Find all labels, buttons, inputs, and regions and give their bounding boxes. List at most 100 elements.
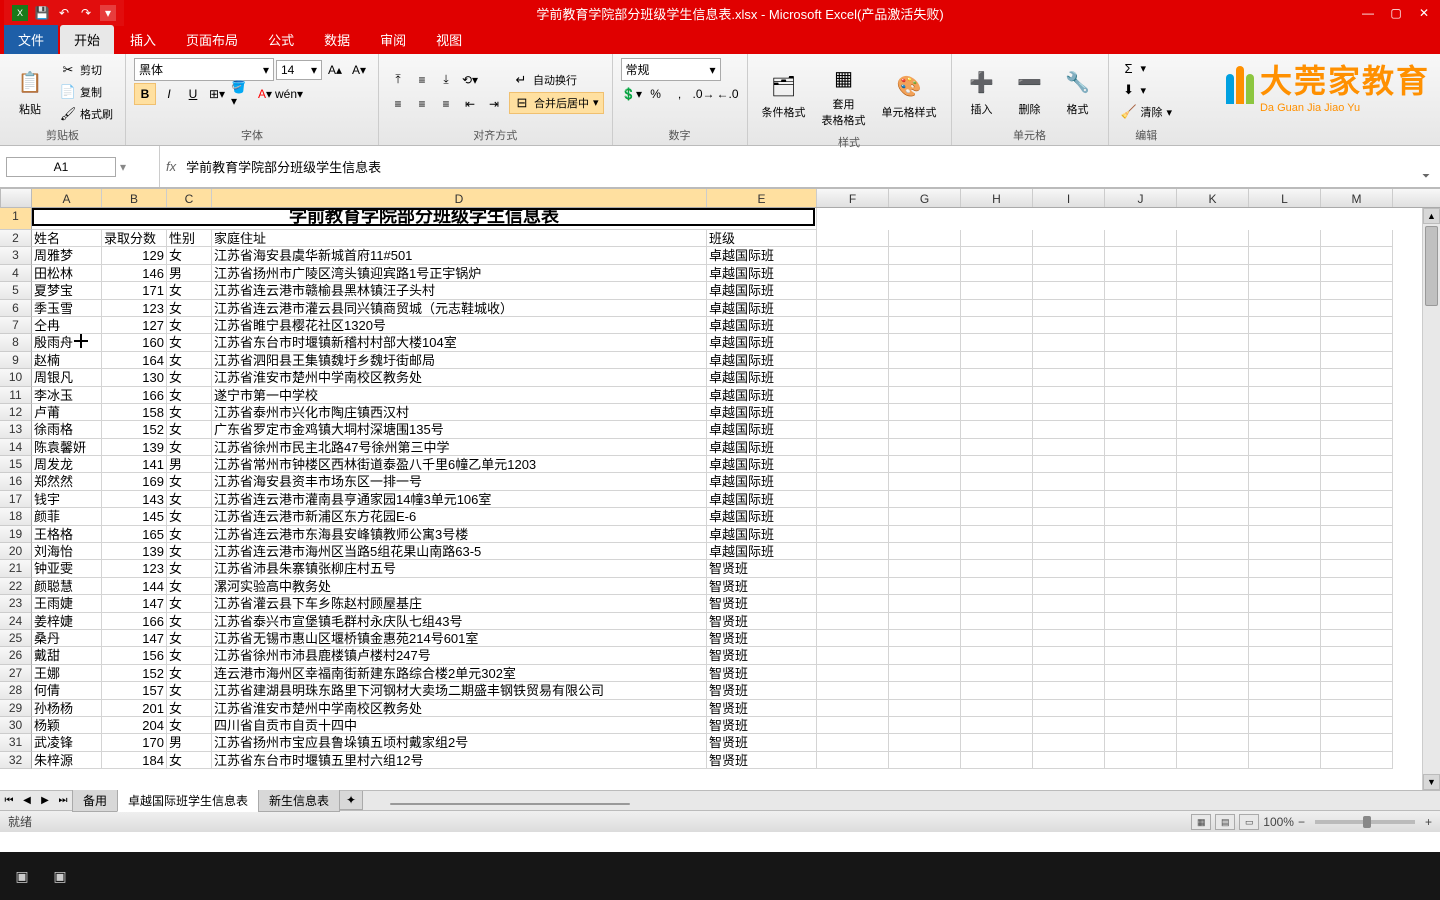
- cell[interactable]: [1249, 265, 1321, 282]
- cell[interactable]: 郑然然: [32, 473, 102, 490]
- cell[interactable]: [1321, 247, 1393, 264]
- row-header[interactable]: 1: [0, 208, 32, 230]
- cell[interactable]: [1249, 526, 1321, 543]
- cell[interactable]: [817, 387, 889, 404]
- cell[interactable]: [1249, 491, 1321, 508]
- cell[interactable]: [1033, 421, 1105, 438]
- cell[interactable]: 孙杨杨: [32, 700, 102, 717]
- cell[interactable]: [817, 334, 889, 351]
- row-header[interactable]: 7: [0, 317, 32, 334]
- row-header[interactable]: 12: [0, 404, 32, 421]
- formulas-tab[interactable]: 公式: [254, 25, 308, 54]
- cell[interactable]: [817, 352, 889, 369]
- column-header-E[interactable]: E: [707, 189, 817, 207]
- cell[interactable]: 江苏省徐州市民主北路47号徐州第三中学: [212, 439, 707, 456]
- cell[interactable]: [1105, 456, 1177, 473]
- vscroll-thumb[interactable]: [1425, 226, 1438, 306]
- cell[interactable]: 127: [102, 317, 167, 334]
- cell[interactable]: [817, 578, 889, 595]
- cell[interactable]: [961, 369, 1033, 386]
- insert-cells-button[interactable]: ➕插入: [960, 63, 1004, 121]
- cell[interactable]: [1105, 247, 1177, 264]
- cell[interactable]: [1033, 717, 1105, 734]
- cell[interactable]: [1033, 317, 1105, 334]
- row-header[interactable]: 25: [0, 630, 32, 647]
- row-header[interactable]: 8: [0, 334, 32, 351]
- cell[interactable]: [1105, 543, 1177, 560]
- cell[interactable]: [1177, 387, 1249, 404]
- cell[interactable]: 录取分数: [102, 230, 167, 247]
- cell[interactable]: [1249, 595, 1321, 612]
- view-tab[interactable]: 视图: [422, 25, 476, 54]
- cell[interactable]: 智贤班: [707, 734, 817, 751]
- font-name-combo[interactable]: 黑体▾: [134, 58, 274, 81]
- cell[interactable]: [961, 265, 1033, 282]
- cell[interactable]: 卓越国际班: [707, 317, 817, 334]
- clear-button[interactable]: 🧹清除▾: [1117, 102, 1177, 122]
- cell[interactable]: [1249, 334, 1321, 351]
- cell[interactable]: 204: [102, 717, 167, 734]
- cell[interactable]: 170: [102, 734, 167, 751]
- qat-dropdown-icon[interactable]: ▾: [100, 5, 116, 21]
- cell[interactable]: [1249, 734, 1321, 751]
- cell[interactable]: [1249, 613, 1321, 630]
- cell[interactable]: [1321, 647, 1393, 664]
- bold-button[interactable]: B: [134, 83, 156, 105]
- row-header[interactable]: 20: [0, 543, 32, 560]
- cell[interactable]: 130: [102, 369, 167, 386]
- cell[interactable]: [1249, 421, 1321, 438]
- cell[interactable]: 女: [167, 369, 212, 386]
- cell[interactable]: [1105, 717, 1177, 734]
- cell[interactable]: 智贤班: [707, 717, 817, 734]
- cell[interactable]: [889, 595, 961, 612]
- cell[interactable]: 女: [167, 491, 212, 508]
- cell[interactable]: [1033, 508, 1105, 525]
- italic-button[interactable]: I: [158, 83, 180, 105]
- row-header[interactable]: 9: [0, 352, 32, 369]
- cell[interactable]: [889, 439, 961, 456]
- cell[interactable]: [1249, 230, 1321, 247]
- cell[interactable]: [889, 282, 961, 299]
- row-header[interactable]: 29: [0, 700, 32, 717]
- cell[interactable]: [961, 282, 1033, 299]
- cell[interactable]: 智贤班: [707, 578, 817, 595]
- align-center-icon[interactable]: ≡: [411, 93, 433, 115]
- cell[interactable]: 江苏省扬州市广陵区湾头镇迎宾路1号正宇锅炉: [212, 265, 707, 282]
- cell[interactable]: [1249, 630, 1321, 647]
- cell[interactable]: [1321, 439, 1393, 456]
- cell[interactable]: [1249, 508, 1321, 525]
- cell[interactable]: 王娜: [32, 665, 102, 682]
- cell[interactable]: [889, 578, 961, 595]
- row-header[interactable]: 19: [0, 526, 32, 543]
- insert-tab[interactable]: 插入: [116, 25, 170, 54]
- align-left-icon[interactable]: ≡: [387, 93, 409, 115]
- cell[interactable]: 江苏省徐州市沛县鹿楼镇卢楼村247号: [212, 647, 707, 664]
- cell[interactable]: 女: [167, 508, 212, 525]
- cell[interactable]: [889, 456, 961, 473]
- cell[interactable]: [817, 734, 889, 751]
- cell[interactable]: [1177, 526, 1249, 543]
- cell[interactable]: [817, 456, 889, 473]
- cell[interactable]: 周银凡: [32, 369, 102, 386]
- cell[interactable]: [961, 734, 1033, 751]
- cell[interactable]: [817, 630, 889, 647]
- cell[interactable]: 女: [167, 421, 212, 438]
- cell[interactable]: [817, 369, 889, 386]
- row-header[interactable]: 11: [0, 387, 32, 404]
- cell[interactable]: [1177, 265, 1249, 282]
- format-painter-button[interactable]: 🖌格式刷: [56, 104, 117, 124]
- cell[interactable]: [817, 752, 889, 769]
- data-tab[interactable]: 数据: [310, 25, 364, 54]
- cell[interactable]: 颜菲: [32, 508, 102, 525]
- cell[interactable]: [1033, 700, 1105, 717]
- decrease-font-icon[interactable]: A▾: [348, 59, 370, 81]
- cell[interactable]: 赵楠: [32, 352, 102, 369]
- cell[interactable]: 江苏省泰州市兴化市陶庄镇西汉村: [212, 404, 707, 421]
- cell[interactable]: 卓越国际班: [707, 439, 817, 456]
- cell[interactable]: [817, 543, 889, 560]
- cell[interactable]: [1177, 613, 1249, 630]
- sheet-tab-3[interactable]: 新生信息表: [258, 790, 340, 812]
- cell[interactable]: 王格格: [32, 526, 102, 543]
- zoom-out-icon[interactable]: −: [1298, 815, 1305, 829]
- cell[interactable]: [817, 317, 889, 334]
